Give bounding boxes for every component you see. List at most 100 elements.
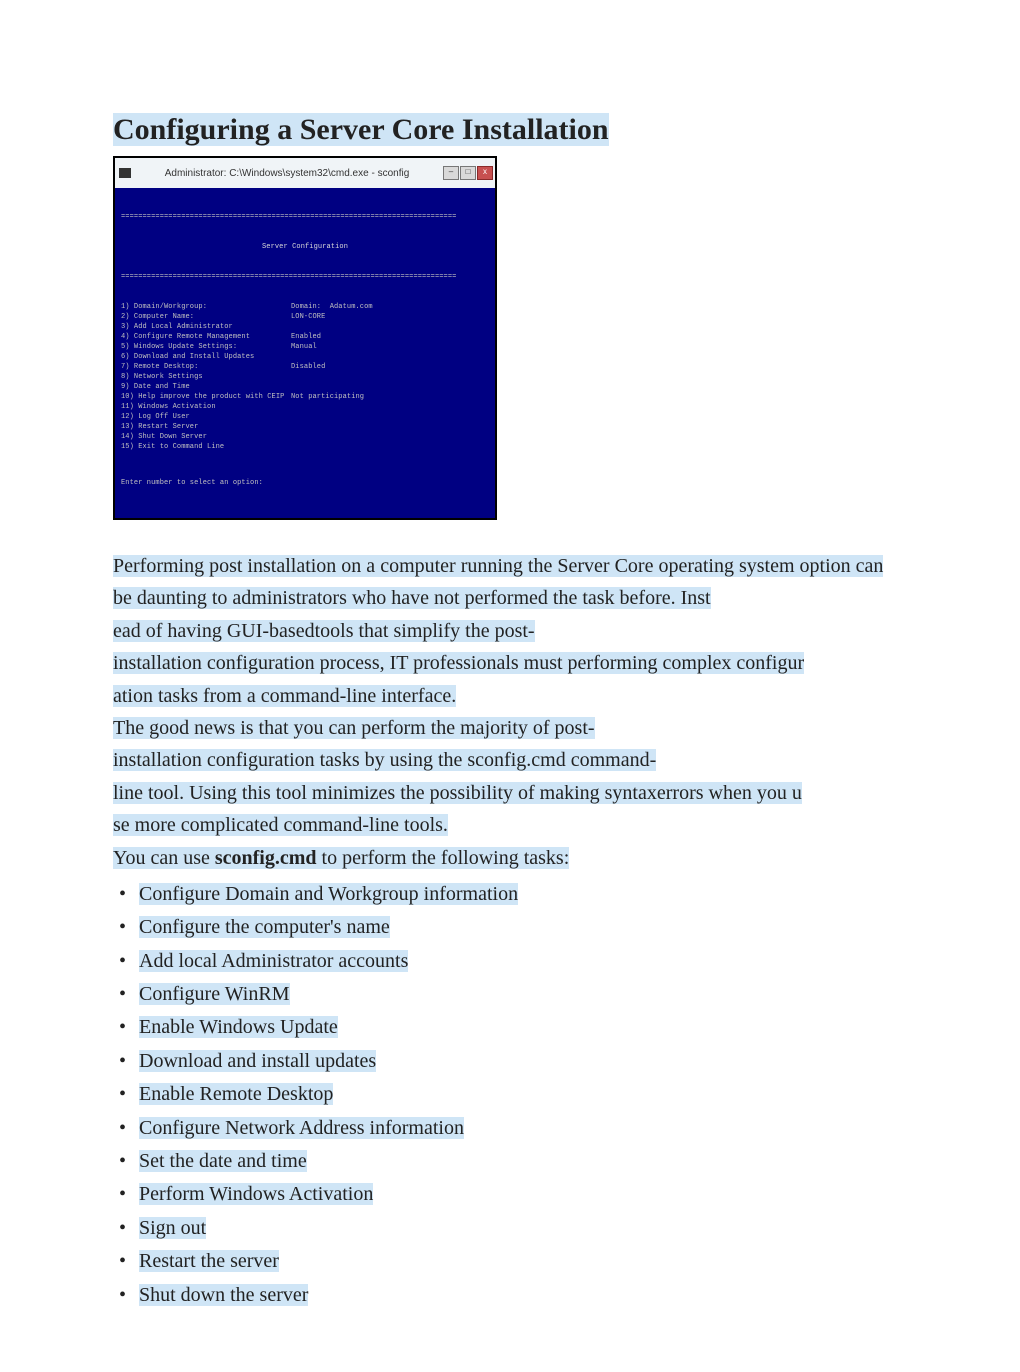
body-text: Performing post installation on a comput… xyxy=(113,550,907,874)
console-header: Server Configuration xyxy=(121,242,489,252)
console-row: 6) Download and Install Updates xyxy=(121,352,489,362)
tasks-intro-c: to perform the following tasks: xyxy=(317,847,570,869)
page-title-text: Configuring a Server Core Installation xyxy=(113,113,609,146)
console-row: 9) Date and Time xyxy=(121,382,489,392)
list-item: Restart the server xyxy=(139,1245,907,1277)
console-row: 10) Help improve the product with CEIPNo… xyxy=(121,392,489,402)
console-row-left: 13) Restart Server xyxy=(121,422,291,432)
tasks-list: Configure Domain and Workgroup informati… xyxy=(113,878,907,1311)
console-row: 3) Add Local Administrator xyxy=(121,322,489,332)
console-row-left: 10) Help improve the product with CEIP xyxy=(121,392,291,402)
console-row: 11) Windows Activation xyxy=(121,402,489,412)
list-item-text: Enable Windows Update xyxy=(139,1016,338,1038)
console-row-right: Manual xyxy=(291,342,489,352)
para1-line4: ation tasks from a command-line interfac… xyxy=(113,685,456,707)
console-row: 8) Network Settings xyxy=(121,372,489,382)
console-row-right xyxy=(291,432,489,442)
para1-line2: ead of having GUI-basedtools that simpli… xyxy=(113,620,535,642)
console-row-right xyxy=(291,382,489,392)
list-item: Configure WinRM xyxy=(139,978,907,1010)
list-item-text: Enable Remote Desktop xyxy=(139,1083,333,1105)
list-item-text: Configure Network Address information xyxy=(139,1117,464,1139)
console-prompt: Enter number to select an option: xyxy=(121,478,489,488)
list-item-text: Perform Windows Activation xyxy=(139,1183,373,1205)
console-row: 5) Windows Update Settings:Manual xyxy=(121,342,489,352)
list-item-text: Restart the server xyxy=(139,1250,279,1272)
console-row-right: Domain: Adatum.com xyxy=(291,302,489,312)
para2-line1: The good news is that you can perform th… xyxy=(113,717,595,739)
window-title-text: Administrator: C:\Windows\system32\cmd.e… xyxy=(137,168,443,179)
list-item: Enable Windows Update xyxy=(139,1011,907,1043)
console-row-left: 11) Windows Activation xyxy=(121,402,291,412)
console-row-left: 15) Exit to Command Line xyxy=(121,442,291,452)
console-row-right xyxy=(291,442,489,452)
console-row-right xyxy=(291,402,489,412)
list-item: Perform Windows Activation xyxy=(139,1178,907,1210)
console-rows: 1) Domain/Workgroup:Domain: Adatum.com2)… xyxy=(121,302,489,452)
console-row-right xyxy=(291,412,489,422)
list-item: Configure Domain and Workgroup informati… xyxy=(139,878,907,910)
para2-line2: installation configuration tasks by usin… xyxy=(113,749,656,771)
list-item-text: Configure the computer's name xyxy=(139,916,390,938)
list-item: Enable Remote Desktop xyxy=(139,1078,907,1110)
list-item: Configure Network Address information xyxy=(139,1112,907,1144)
tasks-intro-a: You can use xyxy=(113,847,215,869)
minimize-icon[interactable]: – xyxy=(443,166,459,180)
list-item-text: Download and install updates xyxy=(139,1050,376,1072)
tasks-intro-bold: sconfig.cmd xyxy=(215,847,317,869)
console-row: 7) Remote Desktop:Disabled xyxy=(121,362,489,372)
console-row: 1) Domain/Workgroup:Domain: Adatum.com xyxy=(121,302,489,312)
console-row: 13) Restart Server xyxy=(121,422,489,432)
console-row-right: Disabled xyxy=(291,362,489,372)
window-titlebar: Administrator: C:\Windows\system32\cmd.e… xyxy=(115,158,495,188)
sconfig-screenshot: Administrator: C:\Windows\system32\cmd.e… xyxy=(113,156,497,520)
close-icon[interactable]: x xyxy=(477,166,493,180)
window-controls: – □ x xyxy=(443,166,495,180)
console-row-left: 6) Download and Install Updates xyxy=(121,352,291,362)
console-divider-top: ========================================… xyxy=(121,212,489,222)
console-row-right xyxy=(291,422,489,432)
para2-line4: se more complicated command-line tools. xyxy=(113,814,448,836)
console-row: 15) Exit to Command Line xyxy=(121,442,489,452)
console-row-left: 7) Remote Desktop: xyxy=(121,362,291,372)
console-row: 4) Configure Remote ManagementEnabled xyxy=(121,332,489,342)
console-row-right xyxy=(291,352,489,362)
list-item-text: Sign out xyxy=(139,1217,206,1239)
console-row-left: 3) Add Local Administrator xyxy=(121,322,291,332)
console-row-left: 12) Log Off User xyxy=(121,412,291,422)
para2-line3: line tool. Using this tool minimizes the… xyxy=(113,782,802,804)
console-row-right xyxy=(291,322,489,332)
console-row-right: Enabled xyxy=(291,332,489,342)
console-divider-bottom: ========================================… xyxy=(121,272,489,282)
console-row-right xyxy=(291,372,489,382)
list-item-text: Shut down the server xyxy=(139,1284,308,1306)
list-item: Add local Administrator accounts xyxy=(139,945,907,977)
maximize-icon[interactable]: □ xyxy=(460,166,476,180)
console-row: 2) Computer Name:LON-CORE xyxy=(121,312,489,322)
console-row: 14) Shut Down Server xyxy=(121,432,489,442)
console-row: 12) Log Off User xyxy=(121,412,489,422)
console-row-left: 2) Computer Name: xyxy=(121,312,291,322)
list-item: Set the date and time xyxy=(139,1145,907,1177)
console-row-left: 1) Domain/Workgroup: xyxy=(121,302,291,312)
list-item: Shut down the server xyxy=(139,1279,907,1311)
list-item-text: Add local Administrator accounts xyxy=(139,950,408,972)
para1-line3: installation configuration process, IT p… xyxy=(113,652,804,674)
console-row-right: LON-CORE xyxy=(291,312,489,322)
para1-line1: Performing post installation on a comput… xyxy=(113,555,883,609)
console-row-left: 9) Date and Time xyxy=(121,382,291,392)
console-row-left: 14) Shut Down Server xyxy=(121,432,291,442)
console-row-left: 4) Configure Remote Management xyxy=(121,332,291,342)
list-item-text: Set the date and time xyxy=(139,1150,307,1172)
list-item-text: Configure Domain and Workgroup informati… xyxy=(139,883,518,905)
console-row-right: Not participating xyxy=(291,392,489,402)
list-item: Configure the computer's name xyxy=(139,911,907,943)
console-output: ========================================… xyxy=(115,188,495,518)
console-row-left: 5) Windows Update Settings: xyxy=(121,342,291,352)
list-item: Sign out xyxy=(139,1212,907,1244)
document-page: Configuring a Server Core Installation A… xyxy=(0,0,1020,1372)
page-title: Configuring a Server Core Installation xyxy=(113,112,907,148)
console-row-left: 8) Network Settings xyxy=(121,372,291,382)
list-item-text: Configure WinRM xyxy=(139,983,290,1005)
tasks-intro: You can use sconfig.cmd to perform the f… xyxy=(113,847,569,869)
